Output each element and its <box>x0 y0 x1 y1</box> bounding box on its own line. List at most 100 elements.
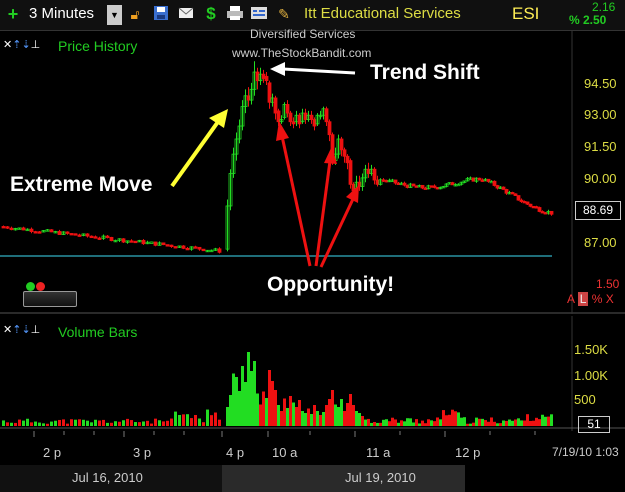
candle <box>372 168 377 181</box>
candle <box>291 121 296 125</box>
interval-label[interactable]: 3 Minutes <box>29 4 94 24</box>
volume-bar <box>58 419 61 426</box>
volume-bar <box>472 422 475 426</box>
volume-bar <box>138 422 141 426</box>
volume-bar <box>481 418 484 426</box>
volume-bar <box>229 395 232 426</box>
volume-bar <box>514 419 517 426</box>
volume-bar <box>182 414 185 426</box>
candle <box>21 227 26 231</box>
volume-bar <box>463 417 466 426</box>
candle <box>528 203 533 207</box>
lock-icon[interactable]: 🔓︎ <box>126 5 144 23</box>
candle <box>255 71 260 82</box>
volume-bar <box>90 422 93 426</box>
candle <box>33 231 38 234</box>
volume-bar <box>529 420 532 426</box>
scale-pct: % <box>591 292 603 306</box>
candle <box>57 231 62 236</box>
price-label-91-50: 91.50 <box>584 139 617 154</box>
volume-bar <box>403 421 406 426</box>
mail-icon[interactable] <box>177 5 195 23</box>
candle <box>169 244 174 247</box>
dollar-icon[interactable]: $ <box>202 5 220 23</box>
volume-bar <box>298 400 301 426</box>
volume-bar <box>337 407 340 426</box>
dropdown-icon[interactable]: ▼ <box>107 5 122 25</box>
volume-controls[interactable]: ✕⇡⇣⊥ <box>3 324 40 336</box>
volume-bar <box>265 398 268 426</box>
candle <box>285 104 290 114</box>
candle <box>537 207 542 212</box>
candle <box>405 184 410 188</box>
volume-bar <box>490 417 493 426</box>
save-icon[interactable] <box>152 5 170 23</box>
candle <box>525 201 530 205</box>
candle <box>121 238 126 243</box>
candle <box>429 185 434 188</box>
candle <box>531 205 536 209</box>
volume-bar <box>445 415 448 426</box>
volume-bar <box>475 417 478 426</box>
pencil-icon[interactable]: ✎ <box>275 5 293 23</box>
volume-bar <box>256 393 259 426</box>
volume-bar <box>14 422 17 426</box>
candle <box>339 138 344 151</box>
print-icon[interactable] <box>226 5 244 23</box>
candle <box>327 121 332 136</box>
volume-bar <box>98 420 101 426</box>
candle <box>89 235 94 239</box>
candle <box>197 246 202 250</box>
volume-bar <box>328 399 331 426</box>
volume-bar <box>250 371 253 426</box>
candle <box>492 180 497 186</box>
volume-bar <box>42 423 45 426</box>
volume-bar <box>10 422 13 426</box>
volume-bar <box>424 423 427 426</box>
volume-bar <box>397 422 400 426</box>
candle <box>93 236 98 239</box>
candle <box>543 212 548 215</box>
volume-bar <box>550 414 553 426</box>
volume-bar <box>421 420 424 426</box>
volume-bar <box>130 420 133 426</box>
volume-bar <box>388 421 391 426</box>
candle <box>149 241 154 244</box>
chart-settings-icon[interactable] <box>250 5 268 23</box>
volume-bar <box>460 417 463 426</box>
volume-bar <box>538 419 541 426</box>
candle <box>522 201 527 204</box>
scale-controls[interactable]: A L % X <box>567 292 614 306</box>
bottom-value: 1.50 <box>596 277 620 291</box>
price-label-90-00: 90.00 <box>584 171 617 186</box>
volume-bar <box>520 420 523 426</box>
volume-bar <box>190 418 193 426</box>
volume-label-1-00k: 1.00K <box>574 368 608 383</box>
candle <box>185 247 190 251</box>
plus-icon[interactable]: + <box>4 5 22 23</box>
date-jul-19: Jul 19, 2010 <box>345 470 416 485</box>
symbol-label: ESI <box>512 4 540 23</box>
candle <box>288 112 293 123</box>
volume-bar <box>325 405 328 426</box>
tools-button[interactable] <box>23 291 77 307</box>
scale-l: L <box>577 292 589 306</box>
panel-controls[interactable]: ✕⇡⇣⊥ <box>3 39 40 51</box>
volume-bar <box>50 421 53 426</box>
sector-label: Diversified Services <box>250 27 356 41</box>
volume-bar <box>126 418 129 426</box>
volume-bar <box>442 410 445 426</box>
volume-bar <box>166 420 169 426</box>
candle <box>486 178 491 182</box>
candle <box>261 73 266 79</box>
volume-bar <box>235 377 238 426</box>
volume-bar <box>226 407 229 426</box>
volume-bar <box>508 419 511 426</box>
candle <box>105 235 110 238</box>
volume-bar <box>310 414 313 426</box>
volume-bar <box>406 418 409 426</box>
volume-bar <box>178 415 181 426</box>
candle <box>495 185 500 189</box>
volume-bar <box>304 413 307 426</box>
volume-bar <box>322 412 325 426</box>
